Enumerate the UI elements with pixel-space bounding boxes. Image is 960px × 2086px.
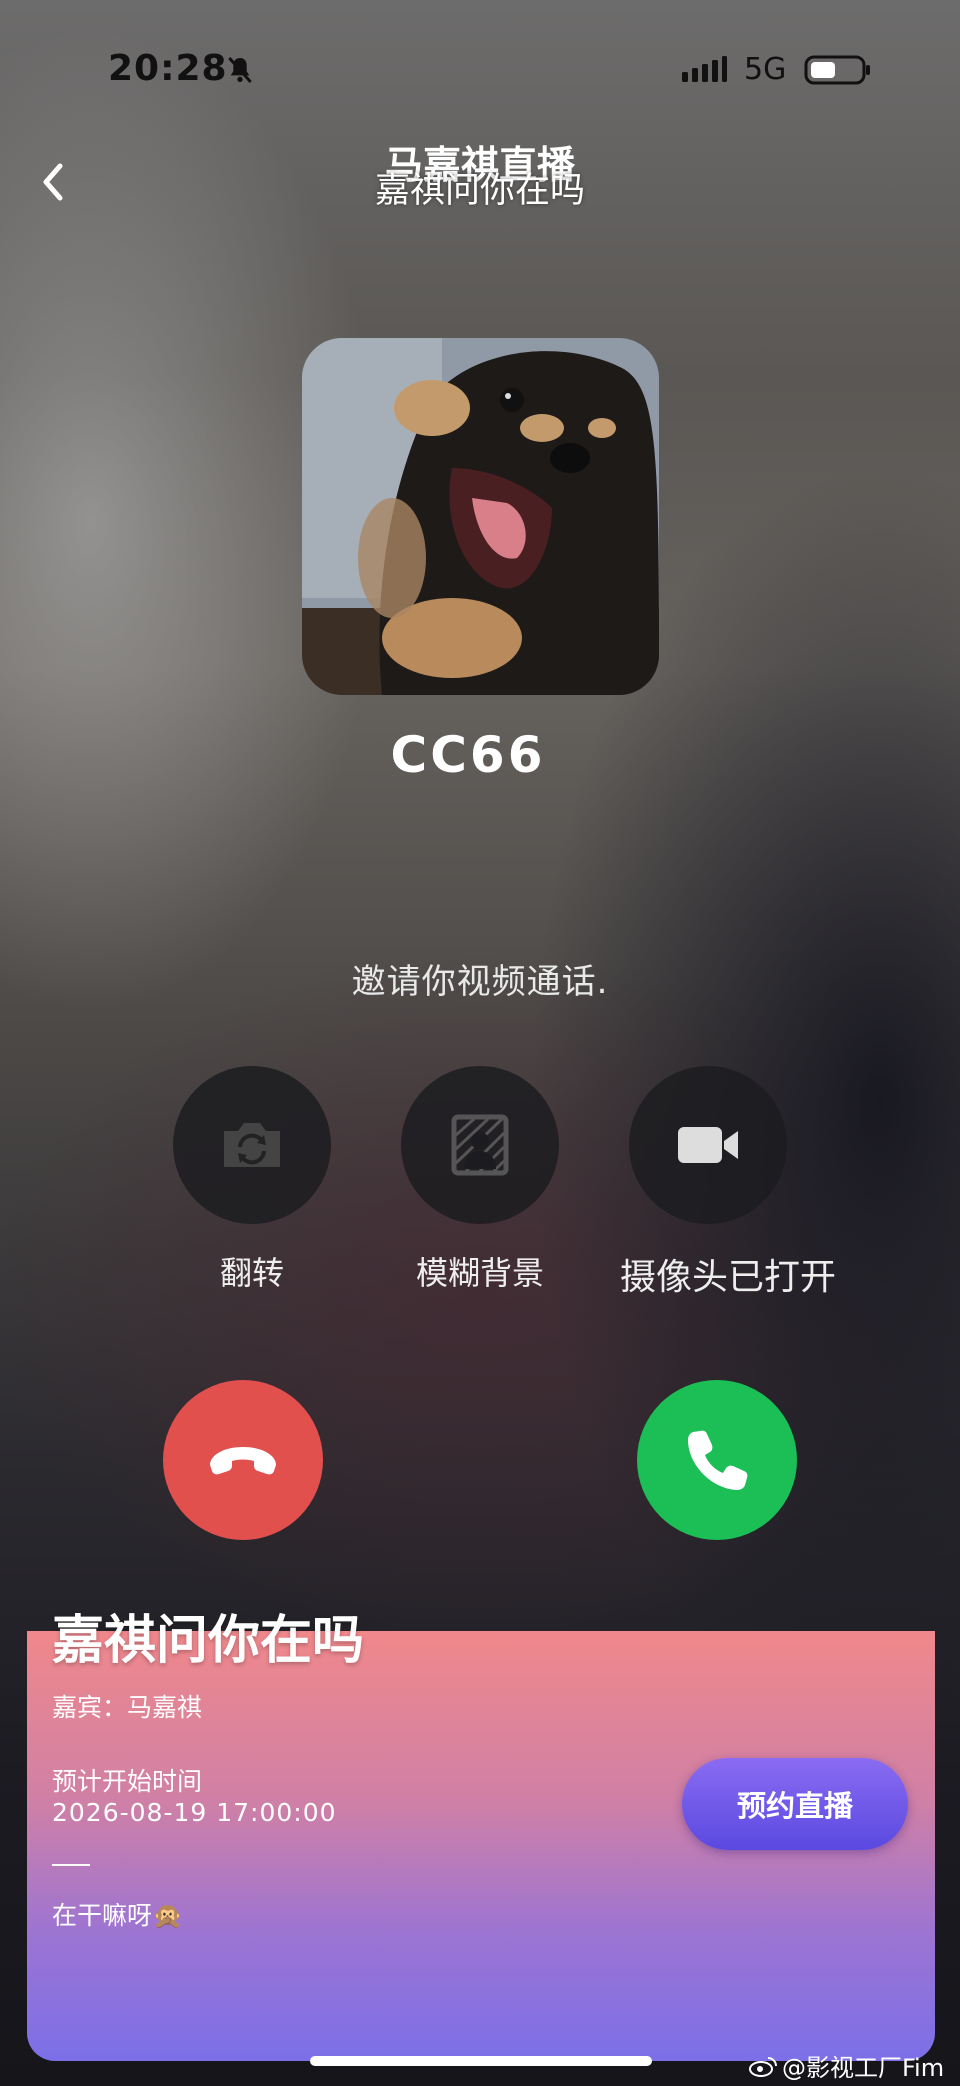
decline-call-button[interactable]	[163, 1380, 323, 1540]
reserve-live-button[interactable]: 预约直播	[682, 1758, 908, 1850]
card-divider	[52, 1864, 90, 1866]
home-indicator[interactable]	[310, 2056, 652, 2066]
signal-strength-icon	[682, 56, 727, 82]
blur-background-label: 模糊背景	[415, 1254, 544, 1292]
live-guest: 嘉宾：马嘉祺	[52, 1693, 203, 1722]
camera-flip-label: 翻转	[219, 1254, 284, 1292]
network-type: 5G	[744, 52, 787, 87]
mute-bell-icon	[228, 57, 252, 83]
start-time-label: 预计开始时间	[52, 1767, 203, 1796]
watermark-text: @影视工厂Fim	[782, 2054, 945, 2082]
camera-toggle-label: 摄像头已打开	[619, 1257, 836, 1298]
page-subtitle: 嘉祺问你在吗	[374, 171, 585, 211]
camera-toggle-button[interactable]	[629, 1066, 787, 1224]
live-note: 在干嘛呀🙊	[52, 1901, 184, 1930]
camera-flip-icon	[224, 1123, 280, 1167]
status-time: 20:28	[108, 48, 228, 89]
blur-background-icon	[451, 1114, 509, 1176]
live-title: 嘉祺问你在吗	[52, 1611, 365, 1671]
invite-text: 邀请你视频通话.	[351, 962, 609, 1002]
watermark: @影视工厂Fim	[748, 2048, 944, 2083]
weibo-logo-icon	[749, 2056, 777, 2077]
hang-up-icon	[210, 1447, 276, 1475]
caller-name: CC66	[390, 726, 546, 784]
phone-icon	[688, 1430, 748, 1490]
video-camera-icon	[678, 1127, 738, 1163]
start-time-value: 2026-08-19 17:00:00	[52, 1798, 337, 1827]
camera-flip-button[interactable]	[173, 1066, 331, 1224]
accept-call-button[interactable]	[637, 1380, 797, 1540]
blur-background-button[interactable]	[401, 1066, 559, 1224]
caller-avatar	[302, 338, 659, 695]
battery-icon	[804, 55, 870, 85]
